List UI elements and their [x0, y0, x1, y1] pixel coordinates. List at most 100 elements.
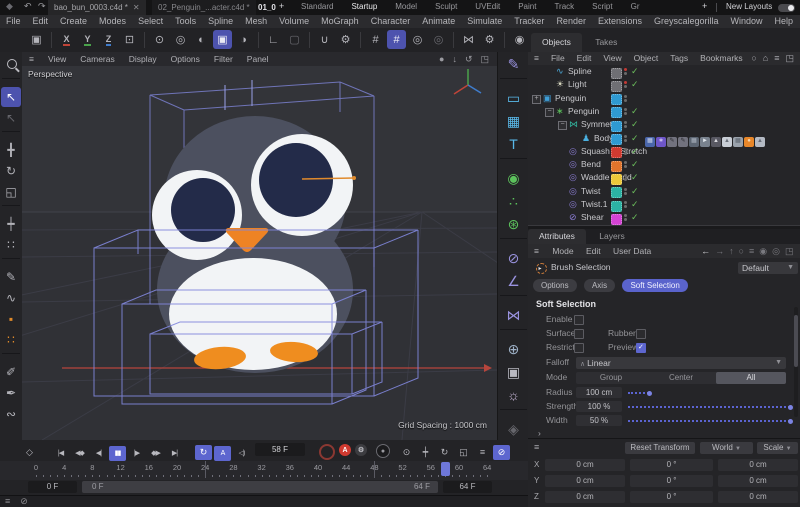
- enabled-check-icon[interactable]: ✓: [631, 171, 639, 184]
- menu-create[interactable]: Create: [54, 16, 93, 26]
- layer-color-chip[interactable]: [611, 94, 622, 106]
- wings-icon[interactable]: ⋈: [459, 30, 478, 49]
- visibility-dots[interactable]: [624, 94, 627, 103]
- key-scale-button[interactable]: ◱: [455, 445, 472, 460]
- viewport-pin-icon[interactable]: ↓: [448, 54, 461, 64]
- attr-back-icon[interactable]: ←: [699, 246, 713, 256]
- attributes-scrollbar[interactable]: [794, 307, 798, 417]
- menu-greyscalegorilla[interactable]: Greyscalegorilla: [648, 16, 725, 26]
- object-row-body[interactable]: ♟ Body ✓ ▦ ∗ ✎ ✎ ▦ ► ▲ ▲ ▦ ● ▲: [528, 132, 800, 147]
- deformer-icon[interactable]: ⊘: [502, 247, 526, 269]
- om-filter-icon[interactable]: ≡: [771, 53, 782, 63]
- mode-all-button[interactable]: All: [716, 371, 786, 384]
- object-row-symmetry[interactable]: − ⋈ Symmetry ✓: [528, 118, 800, 132]
- object-name[interactable]: Light: [568, 78, 586, 91]
- live-selection-tool-icon[interactable]: ↖: [1, 87, 21, 107]
- om-popout-icon[interactable]: ◳: [782, 53, 797, 63]
- attr-menu-mode[interactable]: Mode: [547, 246, 578, 256]
- timeline-marker[interactable]: [374, 461, 376, 478]
- status-menu-icon[interactable]: ≡: [0, 496, 15, 506]
- attr-popout-icon[interactable]: ◳: [782, 246, 796, 256]
- layout-tab-gr[interactable]: Gr: [622, 0, 649, 15]
- redo-icon[interactable]: ↷: [38, 1, 46, 12]
- point-pen-tool-icon[interactable]: ✎: [1, 267, 21, 287]
- coord-y-pos[interactable]: 0 cm: [545, 475, 625, 487]
- object-row-spline[interactable]: ∿ Spline ✓: [528, 65, 800, 79]
- lock-x-axis-icon[interactable]: X: [57, 30, 76, 49]
- tab-objects[interactable]: Objects: [531, 33, 582, 52]
- coord-y-scale[interactable]: 0 cm: [718, 475, 798, 487]
- viewport[interactable]: ≡ View Cameras Display Options Filter Panel ● ↓ ↺…: [0, 52, 763, 441]
- tab-options[interactable]: Options: [533, 279, 577, 292]
- object-row-squash-stretch[interactable]: ◎Squash & Stretch✓: [528, 145, 800, 159]
- object-row-waddle-bend[interactable]: ◎ Waddle Bend ✓: [528, 171, 800, 185]
- menu-volume[interactable]: Volume: [273, 16, 315, 26]
- modeling-settings-icon[interactable]: ⚙: [336, 30, 355, 49]
- grid-plane-icon[interactable]: #: [366, 30, 385, 49]
- layer-color-chip[interactable]: [611, 134, 622, 145]
- strength-slider[interactable]: [628, 404, 793, 410]
- layout-tab-standard[interactable]: Standard: [292, 0, 342, 15]
- object-name[interactable]: Penguin: [555, 92, 586, 105]
- coord-z-pos[interactable]: 0 cm: [545, 491, 625, 503]
- attr-up-icon[interactable]: ↑: [727, 246, 737, 256]
- object-row-shear[interactable]: ⊘ Shear ✓: [528, 211, 800, 225]
- visibility-dots[interactable]: [624, 147, 627, 156]
- spline-rectangle-icon[interactable]: ▭: [502, 87, 526, 109]
- expander-icon[interactable]: −: [558, 121, 567, 131]
- smooth-tool-icon[interactable]: ∾: [1, 404, 21, 424]
- new-layouts-label[interactable]: New Layouts: [726, 2, 772, 11]
- surface-checkbox[interactable]: [574, 329, 584, 339]
- om-menu-file[interactable]: File: [545, 53, 571, 63]
- coord-hamburger-icon[interactable]: ≡: [534, 442, 539, 452]
- enabled-check-icon[interactable]: ✓: [631, 78, 639, 91]
- object-name[interactable]: Twist: [581, 185, 600, 198]
- keyframe-settings-button[interactable]: ⚙: [355, 444, 367, 456]
- enable-checkbox[interactable]: [574, 315, 584, 325]
- layer-color-chip[interactable]: [611, 187, 622, 199]
- menu-extensions[interactable]: Extensions: [592, 16, 648, 26]
- attr-search-icon[interactable]: ○: [736, 246, 746, 256]
- autokey-button[interactable]: A: [339, 444, 351, 456]
- menu-tracker[interactable]: Tracker: [508, 16, 550, 26]
- visibility-dots[interactable]: [624, 187, 627, 196]
- layout-tab-model[interactable]: Model: [386, 0, 426, 15]
- preview-checkbox[interactable]: [636, 341, 646, 355]
- object-name[interactable]: Bend: [581, 158, 601, 171]
- simulate-scene-icon[interactable]: ▣: [27, 30, 46, 49]
- viewport-menu-filter[interactable]: Filter: [207, 54, 240, 64]
- enabled-check-icon[interactable]: ✓: [631, 65, 639, 78]
- expander-icon[interactable]: +: [532, 94, 541, 104]
- radius-value[interactable]: 100 cm: [576, 386, 622, 398]
- new-document-button[interactable]: +: [279, 1, 284, 11]
- document-tab-bao-bun-0003-c4d[interactable]: bao_bun_0003.c4d * ✕: [48, 0, 146, 15]
- visibility-dots[interactable]: [624, 80, 627, 89]
- object-name[interactable]: Shear: [581, 211, 604, 224]
- viewport-solo-icon[interactable]: ●: [435, 54, 448, 64]
- coord-x-rot[interactable]: 0 °: [630, 459, 713, 471]
- multi-point-tool-icon[interactable]: ∷: [1, 330, 21, 350]
- close-tab-icon[interactable]: ✕: [133, 3, 140, 12]
- layer-color-chip[interactable]: [611, 67, 622, 79]
- enabled-check-icon[interactable]: ✓: [631, 105, 639, 118]
- menu-modes[interactable]: Modes: [93, 16, 132, 26]
- viewport-search-icon[interactable]: [0, 53, 24, 75]
- object-name[interactable]: Penguin: [568, 105, 599, 118]
- layer-color-chip[interactable]: [611, 120, 622, 132]
- key-rotate-button[interactable]: ↻: [436, 445, 453, 460]
- menu-file[interactable]: File: [0, 16, 27, 26]
- key-move-button[interactable]: ┿: [417, 445, 434, 460]
- enabled-check-icon[interactable]: ✓: [631, 158, 639, 171]
- menu-tools[interactable]: Tools: [169, 16, 202, 26]
- tab-axis[interactable]: Axis: [583, 279, 616, 292]
- viewport-menu-panel[interactable]: Panel: [240, 54, 276, 64]
- lock-z-axis-icon[interactable]: Z: [99, 30, 118, 49]
- key-pla-button[interactable]: ≡: [474, 445, 491, 460]
- om-menu-bookmarks[interactable]: Bookmarks: [694, 53, 749, 63]
- camera-icon[interactable]: ▣: [502, 361, 526, 383]
- coord-mode-dropdown[interactable]: Scale ▼: [757, 442, 798, 454]
- menu-mesh[interactable]: Mesh: [239, 16, 273, 26]
- cloner-icon[interactable]: ∴: [502, 190, 526, 212]
- mode-center-button[interactable]: Center: [646, 372, 716, 384]
- restrict-checkbox[interactable]: [574, 343, 584, 353]
